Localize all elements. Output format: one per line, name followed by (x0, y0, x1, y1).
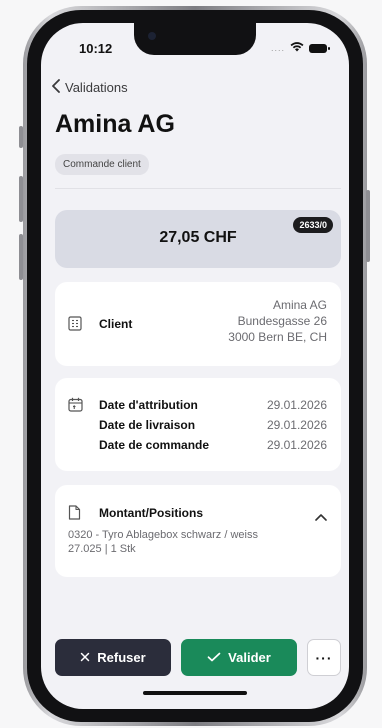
side-button-power (366, 190, 370, 262)
client-address-line-2: Bundesgasse 26 (237, 314, 327, 328)
app-screen: 10:12 .... Validations Amina AG Commande… (41, 23, 349, 709)
date-value: 29.01.2026 (266, 418, 327, 432)
calendar-icon (68, 397, 83, 417)
refuse-label: Refuser (97, 650, 146, 665)
date-label: Date d'attribution (99, 398, 198, 412)
status-time: 10:12 (79, 41, 113, 56)
battery-icon (309, 43, 330, 53)
chevron-left-icon (51, 79, 61, 96)
more-options-button[interactable]: ··· (307, 639, 341, 676)
more-icon: ··· (315, 649, 333, 666)
side-button-volume-down (19, 234, 23, 280)
status-icons: .... (270, 39, 330, 57)
chevron-up-icon[interactable] (315, 508, 327, 526)
camera (148, 32, 156, 40)
dates-card: Date d'attribution 29.01.2026 Date de li… (55, 378, 341, 471)
header-divider (55, 188, 341, 189)
amount-card: 27,05 CHF 2633/0 (55, 210, 341, 268)
wifi-icon (290, 39, 304, 57)
date-value: 29.01.2026 (266, 398, 327, 412)
back-label: Validations (65, 80, 128, 95)
validate-label: Valider (228, 650, 271, 665)
refuse-button[interactable]: Refuser (55, 639, 171, 676)
client-address-line-1: Amina AG (272, 298, 327, 312)
order-type-badge: Commande client (55, 154, 149, 175)
signal-icon: .... (270, 43, 285, 53)
page-title: Amina AG (55, 110, 175, 138)
document-icon (68, 505, 81, 525)
back-button[interactable]: Validations (51, 79, 128, 96)
side-button-mute (19, 126, 23, 148)
stage: 10:12 .... Validations Amina AG Commande… (0, 0, 382, 728)
check-icon (207, 650, 221, 665)
side-button-volume-up (19, 176, 23, 222)
x-icon (80, 650, 90, 665)
date-label: Date de commande (99, 438, 210, 452)
validate-button[interactable]: Valider (181, 639, 297, 676)
date-label: Date de livraison (99, 418, 196, 432)
position-line: 0320 - Tyro Ablagebox schwarz / weiss (68, 529, 258, 541)
reference-badge: 2633/0 (293, 217, 333, 233)
client-label: Client (99, 317, 133, 331)
notch (134, 23, 256, 55)
building-icon (68, 316, 82, 336)
positions-card[interactable]: Montant/Positions 0320 - Tyro Ablagebox … (55, 485, 341, 577)
client-address-line-3: 3000 Bern BE, CH (228, 330, 327, 344)
position-line: 27.025 | 1 Stk (68, 543, 136, 555)
positions-label: Montant/Positions (99, 506, 203, 520)
date-value: 29.01.2026 (266, 438, 327, 452)
home-indicator[interactable] (143, 691, 247, 695)
client-card: Client Amina AG Bundesgasse 26 3000 Bern… (55, 282, 341, 366)
